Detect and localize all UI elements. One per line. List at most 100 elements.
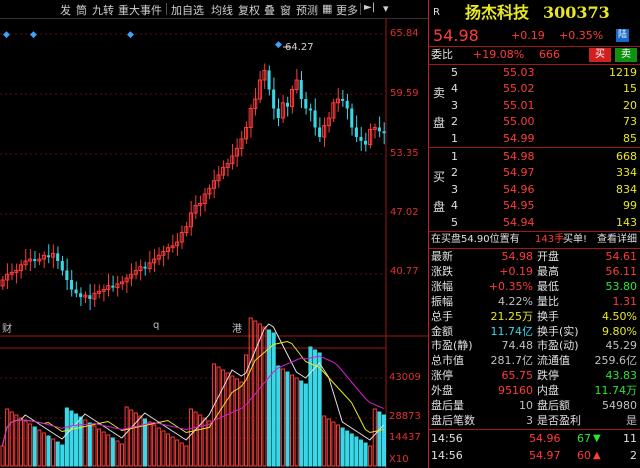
ask-level: 5	[451, 66, 458, 79]
ask-price: 55.01	[503, 98, 535, 112]
buy-button[interactable]: 买	[589, 48, 611, 62]
bid-level: 1	[451, 150, 458, 163]
bid-price: 54.94	[503, 215, 535, 229]
diamond-marker-icon[interactable]: ◆	[3, 30, 10, 40]
stat-row: 最新 54.98 开盘 54.61	[429, 249, 640, 264]
stat-row: 总手 21.25万 换手 4.50%	[429, 309, 640, 324]
bid-row[interactable]: 5 54.94 143	[429, 215, 640, 231]
ask-row[interactable]: 5 55.03 1219	[429, 65, 640, 81]
stat-label: 总市值	[431, 354, 464, 368]
grid-icon[interactable]: ▦	[322, 2, 332, 15]
diamond-marker-icon[interactable]: ◆	[30, 30, 37, 40]
toolbar-jiuzhuan[interactable]: 九转	[92, 2, 114, 18]
stat-label: 量比	[537, 294, 559, 308]
ask-volume: 1219	[609, 66, 637, 79]
bid-volume: 334	[616, 166, 637, 180]
bid-row[interactable]: 3 54.96 834	[429, 182, 640, 198]
diamond-marker-icon[interactable]: ◆	[275, 40, 282, 50]
stat-value: +0.35%	[488, 279, 533, 293]
tick-count: 2	[630, 449, 637, 462]
kline-chart[interactable]: 65.84 59.59 53.35 47.02 40.77 43009 2887…	[0, 18, 428, 468]
stat-row: 涨跌 +0.19 最高 56.11	[429, 264, 640, 279]
price-tick: 59.59	[390, 88, 419, 99]
ask-level: 1	[451, 131, 458, 145]
stat-row: 外盘 95160 内盘 11.74万	[429, 383, 640, 398]
tick-price: 54.97	[529, 449, 561, 462]
bid-volume: 143	[616, 215, 637, 229]
toolbar-overlay[interactable]: 叠	[264, 2, 275, 18]
stat-value: 1.31	[612, 294, 638, 308]
stat-value: 11.74万	[594, 384, 638, 398]
notice-detail-link[interactable]: 查看详细	[597, 232, 637, 248]
collapse-arrow-icon[interactable]: ►|	[364, 2, 375, 13]
bid-price: 54.96	[503, 182, 535, 196]
notice-prefix: 在买盘54.90位置有	[431, 234, 520, 245]
stat-value: 259.6亿	[594, 354, 638, 368]
toolbar-window[interactable]: 窗	[280, 2, 291, 18]
ask-volume: 85	[623, 131, 637, 145]
weibi-row: 委比 +19.08% 666 买 卖	[429, 47, 640, 63]
bid-volume: 668	[616, 150, 637, 163]
ask-row[interactable]: 2 55.00 73	[429, 114, 640, 130]
stat-value: 4.50%	[602, 309, 637, 323]
tick-price: 54.96	[529, 432, 561, 445]
stat-value: 54.61	[605, 250, 638, 263]
chart-toolbar: 发 筒 九转 重大事件 加自选 均线 复权 叠 窗 预测 ▦ 更多 ►| ▾	[0, 0, 428, 19]
stat-row: 金额 11.74亿 换手(实) 9.80%	[429, 324, 640, 339]
stat-label: 市盈(动)	[537, 339, 579, 353]
bid-row[interactable]: 1 54.98 668	[429, 149, 640, 165]
stat-value: 43.83	[605, 369, 638, 383]
last-price: 54.98	[433, 26, 479, 45]
stat-label: 金额	[431, 324, 453, 338]
weibi-diff: 666	[539, 48, 560, 61]
ask-volume: 73	[623, 115, 637, 129]
stat-value: 95160	[498, 384, 533, 398]
event-mark[interactable]: q	[153, 320, 159, 331]
stat-value: 54980	[602, 399, 637, 412]
ask-row[interactable]: 1 54.99 85	[429, 131, 640, 147]
r-badge: R	[433, 7, 440, 18]
stock-name: 扬杰科技	[465, 3, 530, 22]
ask-price: 54.99	[503, 131, 535, 145]
ask-volume: 20	[623, 98, 637, 112]
toolbar-ma[interactable]: 均线	[211, 2, 233, 18]
sell-button[interactable]: 卖	[615, 48, 637, 62]
stat-label: 市盈(静)	[431, 339, 473, 353]
bid-price: 54.95	[503, 199, 535, 213]
stat-value: 是	[626, 413, 637, 427]
chevron-down-icon[interactable]: ▾	[383, 2, 389, 15]
stat-value: +0.19	[499, 264, 533, 278]
bid-price: 54.98	[503, 150, 535, 163]
toolbar-major-events[interactable]: 重大事件	[118, 2, 162, 18]
diamond-marker-icon[interactable]: ◆	[127, 30, 134, 40]
toolbar-fa[interactable]: 发	[60, 2, 71, 18]
stat-label: 最高	[537, 264, 559, 278]
hk-connect-badge: 陆	[616, 29, 630, 42]
quote-panel: R 扬杰科技 300373 54.98 +0.19 +0.35% 陆 委比 +1…	[428, 0, 640, 468]
toolbar-add-watchlist[interactable]: 加自选	[171, 2, 204, 18]
toolbar-adjust[interactable]: 复权	[238, 2, 260, 18]
stat-row: 振幅 4.22% 量比 1.31	[429, 294, 640, 309]
ask-volume: 15	[623, 82, 637, 96]
stat-value: 11.74亿	[490, 324, 534, 338]
ask-row[interactable]: 4 55.02 15	[429, 81, 640, 97]
toolbar-forecast[interactable]: 预测	[296, 2, 318, 18]
bid-level: 5	[451, 215, 458, 229]
event-mark[interactable]: 财	[2, 320, 12, 335]
toolbar-tong[interactable]: 筒	[76, 2, 87, 18]
toolbar-more[interactable]: 更多	[336, 2, 358, 18]
weibi-label: 委比	[431, 48, 453, 61]
bid-volume: 834	[616, 182, 637, 196]
stat-label: 盘后额	[537, 399, 570, 412]
price-tick: 53.35	[390, 148, 419, 159]
ask-row[interactable]: 3 55.01 20	[429, 98, 640, 114]
bid-row[interactable]: 2 54.97 334	[429, 165, 640, 181]
divider	[429, 429, 640, 430]
stat-label: 盘后量	[431, 399, 464, 412]
ask-level: 2	[451, 115, 458, 129]
bid-row[interactable]: 4 54.95 99	[429, 198, 640, 214]
peak-price-label: 64.27	[285, 42, 314, 53]
bid-level: 2	[451, 166, 458, 180]
event-mark[interactable]: 港	[232, 320, 242, 335]
stat-value: 21.25万	[490, 309, 534, 323]
